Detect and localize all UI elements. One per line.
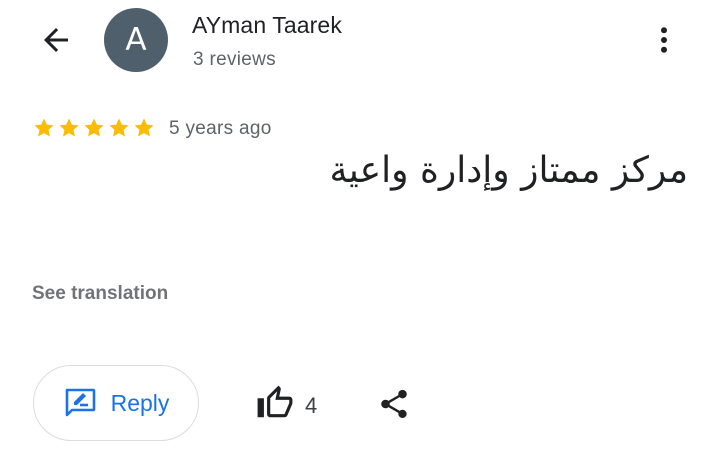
share-button[interactable]: [374, 382, 414, 426]
star-icon: [84, 118, 104, 137]
avatar-letter: A: [125, 22, 147, 58]
star-rating: [32, 116, 156, 140]
star-icon: [59, 118, 79, 137]
reply-label: Reply: [110, 389, 170, 416]
see-translation-link[interactable]: See translation: [32, 283, 168, 305]
like-count: 4: [305, 393, 318, 418]
like-button[interactable]: [254, 380, 296, 426]
star-icon: [134, 118, 154, 137]
share-icon: [381, 389, 407, 419]
more-options-button[interactable]: [644, 18, 684, 62]
star-icon: [109, 118, 129, 137]
reviewer-name[interactable]: AYman Taarek: [192, 12, 342, 39]
back-button[interactable]: [30, 18, 82, 62]
review-text: مركز ممتاز وإدارة واعية: [329, 150, 689, 191]
avatar[interactable]: A: [104, 8, 168, 72]
reply-button[interactable]: Reply: [33, 365, 199, 441]
star-icon: [34, 118, 54, 137]
arrow-back-icon: [44, 28, 68, 52]
thumb-up-icon: [257, 385, 293, 418]
review-count: 3 reviews: [193, 49, 276, 70]
edit-reply-icon: [65, 388, 95, 417]
review-time: 5 years ago: [169, 118, 272, 139]
more-vert-icon: [661, 27, 667, 53]
